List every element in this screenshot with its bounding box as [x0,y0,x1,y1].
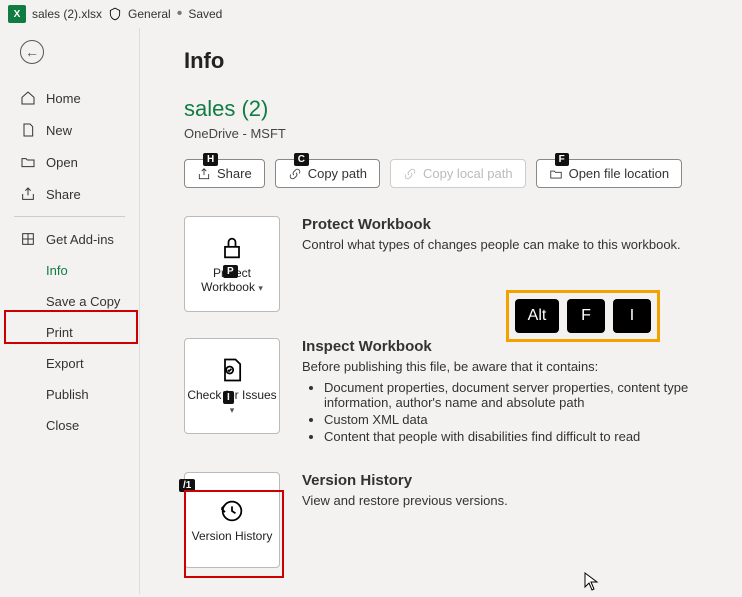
folder-icon [549,167,563,181]
document-name: sales (2) [184,96,726,122]
share-arrow-icon [20,186,36,202]
keytip-copypath: C [294,153,309,166]
titlebar: X sales (2).xlsx General • Saved [0,0,742,28]
nav-divider [14,216,125,217]
key-f: F [567,299,605,333]
keytip-protect: P [223,265,238,278]
nav-close[interactable]: Close [0,410,139,441]
nav-save-copy[interactable]: Save a Copy [0,286,139,317]
share-button[interactable]: H Share [184,159,265,188]
share-icon [197,167,211,181]
nav-publish[interactable]: Publish [0,379,139,410]
history-tile-label: Version History [192,529,273,543]
home-icon [20,90,36,106]
nav-publish-label: Publish [46,387,89,402]
mouse-cursor-icon [584,572,600,597]
titlebar-sensitivity: General [128,7,171,21]
back-arrow-icon: ← [25,44,39,60]
chevron-down-icon: ▾ [258,283,263,293]
inspect-intro: Before publishing this file, be aware th… [302,359,726,374]
open-folder-icon [20,154,36,170]
inspect-item: Document properties, document server pro… [324,380,726,410]
nav-close-label: Close [46,418,79,433]
keyboard-shortcut-overlay: Alt F I [506,290,660,342]
backstage-sidebar: ← Home New Open Share Get Add-ins Info S… [0,28,140,594]
shield-icon [108,7,122,21]
protect-title: Protect Workbook [302,216,726,233]
nav-get-addins[interactable]: Get Add-ins [0,223,139,255]
version-history-section: /1 Version History Version History View … [184,472,726,568]
copy-local-path-button: Copy local path [390,159,526,188]
page-title: Info [184,48,726,74]
nav-open-label: Open [46,155,78,170]
history-title: Version History [302,472,726,489]
nav-new[interactable]: New [0,114,139,146]
titlebar-filename: sales (2).xlsx [32,7,102,21]
protect-workbook-tile[interactable]: P Protect Workbook ▾ [184,216,280,312]
nav-print[interactable]: Print [0,317,139,348]
link-icon [403,167,417,181]
inspect-list: Document properties, document server pro… [324,380,726,444]
document-location: OneDrive - MSFT [184,126,726,141]
new-doc-icon [20,122,36,138]
action-button-row: H Share C Copy path Copy local path F Op… [184,159,726,188]
copy-path-label: Copy path [308,166,367,181]
link-icon [288,167,302,181]
protect-text: Control what types of changes people can… [302,237,726,252]
addins-icon [20,231,36,247]
version-history-tile[interactable]: /1 Version History [184,472,280,568]
nav-export-label: Export [46,356,84,371]
copy-path-button[interactable]: C Copy path [275,159,380,188]
lock-icon [218,234,246,262]
nav-share-label: Share [46,187,81,202]
keytip-openloc: F [555,153,569,166]
inspect-item: Custom XML data [324,412,726,427]
key-alt: Alt [515,299,559,333]
nav-home-label: Home [46,91,81,106]
keytip-issues: I [223,391,234,404]
nav-new-label: New [46,123,72,138]
keytip-history: /1 [179,479,195,492]
chevron-down-icon: ▾ [230,405,235,415]
open-loc-label: Open file location [569,166,669,181]
nav-export[interactable]: Export [0,348,139,379]
document-check-icon [218,356,246,384]
check-issues-tile[interactable]: I Check for Issues ▾ [184,338,280,434]
key-i: I [613,299,651,333]
share-button-label: Share [217,166,252,181]
copy-local-path-label: Copy local path [423,166,513,181]
titlebar-separator: • [177,5,183,23]
inspect-item: Content that people with disabilities fi… [324,429,726,444]
nav-open[interactable]: Open [0,146,139,178]
inspect-workbook-section: I Check for Issues ▾ Inspect Workbook Be… [184,338,726,446]
nav-addins-label: Get Add-ins [46,232,114,247]
nav-home[interactable]: Home [0,82,139,114]
excel-app-icon: X [8,5,26,23]
history-text: View and restore previous versions. [302,493,726,508]
back-button[interactable]: ← [20,40,44,64]
nav-info-label: Info [46,263,68,278]
nav-share[interactable]: Share [0,178,139,210]
nav-savecopy-label: Save a Copy [46,294,120,309]
keytip-share: H [203,153,218,166]
open-file-location-button[interactable]: F Open file location [536,159,682,188]
clock-history-icon [218,497,246,525]
nav-print-label: Print [46,325,73,340]
nav-info[interactable]: Info [0,255,139,286]
titlebar-status: Saved [188,7,222,21]
